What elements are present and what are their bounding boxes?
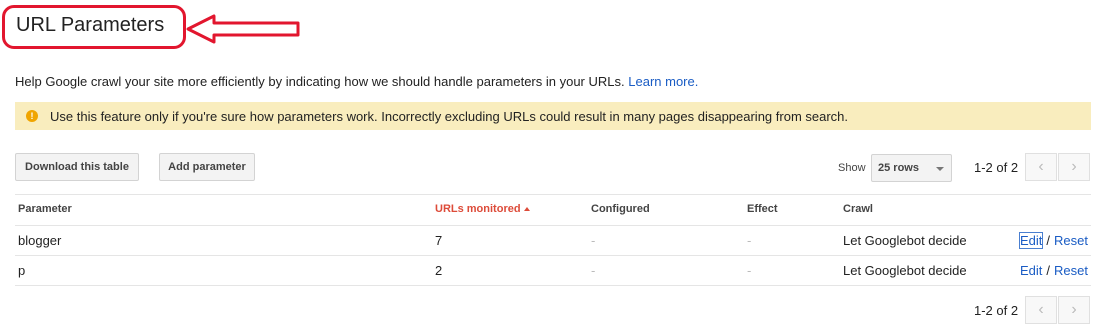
row-actions: Edit / Reset [1018, 232, 1088, 249]
row-divider [15, 255, 1091, 256]
cell-urls-monitored: 7 [435, 233, 443, 248]
header-configured[interactable]: Configured [591, 203, 650, 215]
cell-configured: - [591, 233, 596, 248]
cell-effect: - [747, 263, 752, 278]
action-separator: / [1046, 233, 1051, 248]
rows-per-page-select[interactable]: 25 rows [871, 154, 952, 182]
header-crawl[interactable]: Crawl [843, 203, 873, 215]
chevron-down-icon [936, 167, 944, 171]
table-top-divider [15, 194, 1091, 195]
header-urls-monitored[interactable]: URLs monitored [435, 203, 530, 215]
reset-link[interactable]: Reset [1054, 233, 1088, 248]
rows-per-page-value: 25 rows [878, 162, 919, 174]
pager-count-top: 1-2 of 2 [974, 160, 1019, 175]
learn-more-link[interactable]: Learn more. [628, 74, 698, 89]
chevron-left-icon: ‹ [1038, 301, 1044, 318]
header-effect[interactable]: Effect [747, 203, 778, 215]
help-text: Help Google crawl your site more efficie… [15, 74, 698, 89]
title-annotation: URL Parameters [2, 5, 186, 49]
pager-count-bottom: 1-2 of 2 [974, 303, 1019, 318]
cell-parameter: blogger [18, 233, 62, 248]
prev-page-button-bottom[interactable]: ‹ [1025, 296, 1057, 324]
show-label: Show [838, 162, 866, 174]
cell-parameter: p [18, 263, 26, 278]
warning-icon: ! [26, 110, 38, 122]
edit-link[interactable]: Edit [1020, 263, 1042, 278]
annotation-arrow [186, 14, 300, 44]
prev-page-button[interactable]: ‹ [1025, 153, 1057, 181]
warning-text: Use this feature only if you're sure how… [50, 108, 849, 124]
cell-crawl: Let Googlebot decide [843, 233, 967, 248]
action-separator: / [1046, 263, 1051, 278]
header-divider [15, 225, 1091, 226]
header-urls-monitored-label: URLs monitored [435, 203, 521, 215]
next-page-button[interactable]: › [1058, 153, 1090, 181]
download-table-button[interactable]: Download this table [15, 153, 139, 181]
cell-urls-monitored: 2 [435, 263, 443, 278]
warning-banner: ! Use this feature only if you're sure h… [15, 102, 1091, 130]
chevron-right-icon: › [1071, 301, 1077, 318]
cell-configured: - [591, 263, 596, 278]
chevron-left-icon: ‹ [1038, 158, 1044, 175]
edit-link[interactable]: Edit [1018, 232, 1044, 249]
next-page-button-bottom[interactable]: › [1058, 296, 1090, 324]
table-bottom-divider [15, 285, 1091, 286]
row-actions: Edit / Reset [1020, 263, 1088, 278]
header-parameter[interactable]: Parameter [18, 203, 72, 215]
reset-link[interactable]: Reset [1054, 263, 1088, 278]
add-parameter-button[interactable]: Add parameter [159, 153, 255, 181]
help-text-body: Help Google crawl your site more efficie… [15, 74, 625, 89]
cell-effect: - [747, 233, 752, 248]
sort-ascending-icon [523, 207, 530, 211]
chevron-right-icon: › [1071, 158, 1077, 175]
cell-crawl: Let Googlebot decide [843, 263, 967, 278]
page-title: URL Parameters [16, 14, 165, 36]
